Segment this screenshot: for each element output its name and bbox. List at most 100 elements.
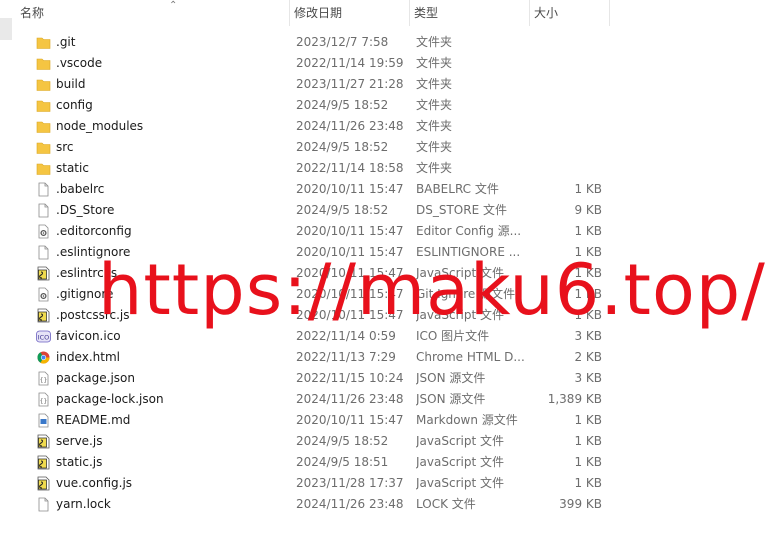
file-size [528, 74, 602, 95]
file-row[interactable]: static 2022/11/14 18:58 文件夹 [0, 158, 782, 179]
js-file-icon [36, 434, 51, 449]
file-row[interactable]: static.js 2024/9/5 18:51 JavaScript 文件 1 KB [0, 452, 782, 473]
file-size: 1 KB [574, 413, 602, 427]
svg-text:{}: {} [40, 398, 48, 405]
file-name: index.html [56, 350, 120, 364]
file-type: 文件夹 [416, 161, 453, 175]
file-size: 1 KB [574, 224, 602, 238]
file-modified-date: 2024/11/26 23:48 [296, 497, 404, 511]
file-name: .git [56, 35, 76, 49]
file-size: 399 KB [559, 497, 602, 511]
chrome-html-icon [36, 350, 51, 365]
file-size: 1 KB [574, 182, 602, 196]
sort-ascending-icon: ⌃ [169, 0, 178, 11]
folder-icon [36, 140, 51, 155]
svg-text:{}: {} [40, 377, 48, 384]
column-header-type-label: 类型 [414, 6, 439, 20]
config-file-icon [36, 224, 51, 239]
folder-icon [36, 161, 51, 176]
file-type: JavaScript 文件 [416, 455, 504, 469]
file-modified-date: 2020/10/11 15:47 [296, 413, 404, 427]
file-name: .DS_Store [56, 203, 115, 217]
file-modified-date: 2024/9/5 18:52 [296, 434, 389, 448]
file-modified-date: 2023/12/7 7:58 [296, 35, 389, 49]
file-row[interactable]: yarn.lock 2024/11/26 23:48 LOCK 文件 399 KB [0, 494, 782, 515]
file-size [528, 53, 602, 74]
file-modified-date: 2020/10/11 15:47 [296, 182, 404, 196]
file-type: JSON 源文件 [416, 392, 486, 406]
file-name: node_modules [56, 119, 144, 133]
file-row[interactable]: .vscode 2022/11/14 19:59 文件夹 [0, 53, 782, 74]
column-header-name[interactable]: 名称 ⌃ [16, 0, 290, 26]
file-modified-date: 2022/11/14 18:58 [296, 161, 404, 175]
file-size: 1 KB [574, 476, 602, 490]
js-file-icon [36, 476, 51, 491]
file-row[interactable]: README.md 2020/10/11 15:47 Markdown 源文件 1 K… [0, 410, 782, 431]
folder-icon [36, 119, 51, 134]
file-size: 1 KB [574, 455, 602, 469]
column-header-date[interactable]: 修改日期 [290, 0, 410, 26]
file-modified-date: 2020/10/11 15:47 [296, 224, 404, 238]
file-row[interactable]: config 2024/9/5 18:52 文件夹 [0, 95, 782, 116]
column-header-size[interactable]: 大小 [530, 0, 610, 26]
js-file-icon [36, 455, 51, 470]
blank-file-icon [36, 245, 51, 260]
json-file-icon: {} [36, 371, 51, 386]
file-name: vue.config.js [56, 476, 133, 490]
json-file-icon: {} [36, 392, 51, 407]
file-type: JSON 源文件 [416, 371, 486, 385]
file-size: 9 KB [574, 203, 602, 217]
file-row[interactable]: {} package.json 2022/11/15 10:24 JSON 源文件 3 … [0, 368, 782, 389]
file-modified-date: 2024/9/5 18:51 [296, 455, 389, 469]
file-name: static [56, 161, 89, 175]
file-row[interactable]: {} package-lock.json 2024/11/26 23:48 JSON … [0, 389, 782, 410]
file-modified-date: 2024/9/5 18:52 [296, 140, 389, 154]
file-type: Editor Config 源... [416, 224, 522, 238]
folder-icon [36, 35, 51, 50]
file-row[interactable]: vue.config.js 2023/11/28 17:37 JavaScript … [0, 473, 782, 494]
blank-file-icon [36, 203, 51, 218]
file-modified-date: 2022/11/13 7:29 [296, 350, 396, 364]
blank-file-icon [36, 182, 51, 197]
column-header-type[interactable]: 类型 [410, 0, 530, 26]
file-name: README.md [56, 413, 131, 427]
file-modified-date: 2022/11/14 19:59 [296, 56, 404, 70]
file-row[interactable]: .babelrc 2020/10/11 15:47 BABELRC 文件 1 KB [0, 179, 782, 200]
file-row[interactable]: .editorconfig 2020/10/11 15:47 Editor Conf… [0, 221, 782, 242]
file-name: .babelrc [56, 182, 105, 196]
file-type: 文件夹 [416, 119, 453, 133]
file-size: 1,389 KB [547, 392, 602, 406]
file-size [528, 32, 602, 53]
file-type: 文件夹 [416, 140, 453, 154]
column-header-name-label: 名称 [20, 6, 45, 20]
file-size: 3 KB [574, 371, 602, 385]
folder-icon [36, 77, 51, 92]
file-size [528, 137, 602, 158]
file-row[interactable]: index.html 2022/11/13 7:29 Chrome HTML D..… [0, 347, 782, 368]
file-type: JavaScript 文件 [416, 476, 504, 490]
svg-text:ICO: ICO [38, 333, 50, 341]
file-type: DS_STORE 文件 [416, 203, 507, 217]
file-row[interactable]: serve.js 2024/9/5 18:52 JavaScript 文件 1 KB [0, 431, 782, 452]
file-row[interactable]: .DS_Store 2024/9/5 18:52 DS_STORE 文件 9 KB [0, 200, 782, 221]
file-type: Markdown 源文件 [416, 413, 518, 427]
file-name: package-lock.json [56, 392, 164, 406]
file-modified-date: 2024/9/5 18:52 [296, 98, 389, 112]
file-row[interactable]: build 2023/11/27 21:28 文件夹 [0, 74, 782, 95]
file-type: Chrome HTML D... [416, 350, 524, 364]
file-type: 文件夹 [416, 77, 453, 91]
file-name: build [56, 77, 86, 91]
file-modified-date: 2024/11/26 23:48 [296, 119, 404, 133]
file-name: static.js [56, 455, 103, 469]
file-row[interactable]: .git 2023/12/7 7:58 文件夹 [0, 32, 782, 53]
file-name: serve.js [56, 434, 103, 448]
file-name: .editorconfig [56, 224, 132, 238]
file-type: BABELRC 文件 [416, 182, 499, 196]
watermark-text: https://maku6.top/ [98, 249, 766, 331]
file-name: config [56, 98, 93, 112]
file-row[interactable]: src 2024/9/5 18:52 文件夹 [0, 137, 782, 158]
column-header-row: 名称 ⌃ 修改日期 类型 大小 [16, 0, 628, 26]
file-type: 文件夹 [416, 56, 453, 70]
file-modified-date: 2024/11/26 23:48 [296, 392, 404, 406]
file-row[interactable]: node_modules 2024/11/26 23:48 文件夹 [0, 116, 782, 137]
